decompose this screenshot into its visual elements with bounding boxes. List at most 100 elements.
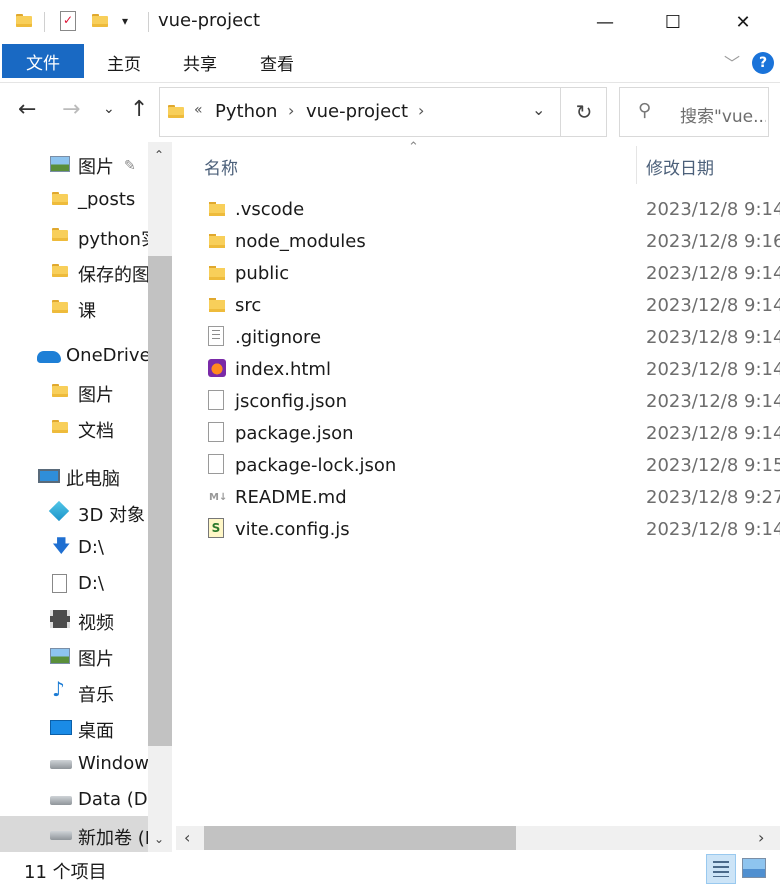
horizontal-scrollbar[interactable]: ‹ ›	[176, 826, 780, 850]
file-row[interactable]: src 2023/12/8 9:14	[176, 290, 780, 322]
sidebar-item-pictures-pc[interactable]: 图片	[0, 638, 148, 672]
javascript-file-icon: S	[208, 518, 224, 538]
scroll-up-icon[interactable]: ⌃	[154, 148, 164, 162]
divider	[148, 12, 149, 32]
file-name: .vscode	[235, 199, 305, 220]
help-button[interactable]: ?	[752, 52, 774, 74]
up-arrow-icon[interactable]: ↑	[130, 97, 148, 122]
scroll-right-icon[interactable]: ›	[758, 828, 764, 847]
pictures-icon	[50, 648, 70, 664]
sidebar-item-onedrive-pictures[interactable]: 图片	[0, 374, 148, 408]
sidebar-item-documents[interactable]: D:\	[0, 566, 148, 600]
column-date-header[interactable]: 修改日期	[646, 154, 714, 179]
3d-objects-icon	[48, 500, 70, 522]
address-bar[interactable]: « Python › vue-project › ⌄ ↻	[159, 87, 607, 137]
details-view-icon[interactable]	[706, 854, 736, 884]
recent-locations-icon[interactable]: ⌄	[103, 101, 115, 117]
tab-home[interactable]: 主页	[92, 44, 156, 80]
file-row[interactable]: public 2023/12/8 9:14	[176, 258, 780, 290]
sidebar-item-label: 图片	[78, 385, 114, 406]
sidebar-item-videos[interactable]: 视频	[0, 602, 148, 636]
sidebar-item-course[interactable]: 课	[0, 290, 148, 324]
sidebar-item-music[interactable]: ♪ 音乐	[0, 674, 148, 708]
sidebar-item-data-drive[interactable]: Data (D:	[0, 782, 148, 816]
minimize-button[interactable]: —	[570, 0, 640, 44]
file-date: 2023/12/8 9:14	[646, 391, 780, 412]
drive-icon	[50, 831, 72, 840]
chevron-right-icon[interactable]: ›	[288, 101, 294, 120]
file-name: .gitignore	[235, 327, 322, 348]
file-date: 2023/12/8 9:14	[646, 295, 780, 316]
file-row[interactable]: package.json 2023/12/8 9:14	[176, 418, 780, 450]
scrollbar-thumb[interactable]	[204, 826, 516, 850]
sidebar-item-onedrive[interactable]: OneDrive	[0, 338, 148, 372]
file-row[interactable]: node_modules 2023/12/8 9:16	[176, 226, 780, 258]
html-file-icon	[208, 359, 226, 377]
maximize-button[interactable]: ☐	[638, 0, 708, 44]
column-divider[interactable]	[636, 146, 637, 184]
customize-quick-access-icon[interactable]: ▾	[122, 14, 128, 28]
scrollbar-thumb[interactable]	[148, 256, 172, 746]
breadcrumb-overflow[interactable]: «	[194, 102, 203, 118]
folder-icon	[209, 234, 225, 248]
folder-icon	[168, 105, 184, 118]
sidebar-item-posts[interactable]: _posts	[0, 182, 148, 216]
file-date: 2023/12/8 9:16	[646, 231, 780, 252]
sidebar-item-label: 视频	[78, 613, 114, 634]
forward-arrow-icon[interactable]: →	[62, 97, 80, 122]
folder-icon	[52, 300, 68, 313]
back-arrow-icon[interactable]: ←	[18, 97, 36, 122]
ribbon-tabs: 文件 主页 共享 查看 ﹀ ?	[0, 44, 780, 83]
scroll-down-icon[interactable]: ⌄	[154, 832, 164, 846]
sidebar-item-label: 课	[78, 301, 96, 322]
sidebar-scrollbar[interactable]: ⌃ ⌄	[148, 142, 172, 852]
chevron-down-icon[interactable]: ⌄	[532, 100, 545, 119]
file-icon	[208, 390, 224, 410]
properties-icon[interactable]: ✓	[60, 11, 76, 31]
sidebar-item-label: 文档	[78, 421, 114, 442]
column-name-header[interactable]: 名称	[204, 154, 238, 179]
sort-ascending-icon: ⌃	[408, 140, 419, 155]
file-row[interactable]: S vite.config.js 2023/12/8 9:14	[176, 514, 780, 546]
sidebar-item-label: 此电脑	[66, 469, 120, 490]
large-icons-view-icon[interactable]	[742, 858, 766, 878]
breadcrumb-vue-project[interactable]: vue-project	[306, 101, 408, 122]
search-input[interactable]: 搜索"vue...	[680, 102, 766, 127]
folder-icon	[52, 384, 68, 397]
sidebar-item-this-pc[interactable]: 此电脑	[0, 458, 148, 492]
file-row[interactable]: M↓ README.md 2023/12/8 9:27	[176, 482, 780, 514]
file-row[interactable]: .gitignore 2023/12/8 9:14	[176, 322, 780, 354]
file-row[interactable]: package-lock.json 2023/12/8 9:15	[176, 450, 780, 482]
sidebar-item-saved-pictures[interactable]: 保存的图	[0, 254, 148, 288]
expand-ribbon-icon[interactable]: ﹀	[724, 50, 740, 74]
sidebar-item-onedrive-documents[interactable]: 文档	[0, 410, 148, 444]
sidebar-item-windows-drive[interactable]: Windows	[0, 746, 148, 780]
divider	[44, 12, 45, 32]
search-box[interactable]: ⚲ 搜索"vue...	[619, 87, 769, 137]
scroll-left-icon[interactable]: ‹	[184, 828, 190, 847]
file-name: index.html	[235, 359, 331, 380]
refresh-icon[interactable]: ↻	[560, 88, 607, 136]
tab-file[interactable]: 文件	[2, 44, 84, 78]
sidebar-item-python[interactable]: python实	[0, 218, 148, 252]
sidebar-item-downloads[interactable]: 🡇 D:\	[0, 530, 148, 564]
tab-view[interactable]: 查看	[245, 44, 309, 80]
file-row[interactable]: index.html 2023/12/8 9:14	[176, 354, 780, 386]
file-row[interactable]: .vscode 2023/12/8 9:14	[176, 194, 780, 226]
music-icon: ♪	[52, 677, 65, 701]
file-row[interactable]: jsconfig.json 2023/12/8 9:14	[176, 386, 780, 418]
breadcrumb-python[interactable]: Python	[215, 101, 277, 122]
close-button[interactable]: ✕	[708, 0, 778, 44]
tab-share[interactable]: 共享	[168, 44, 232, 80]
sidebar-item-3d-objects[interactable]: 3D 对象	[0, 494, 148, 528]
sidebar-item-pictures[interactable]: 图片 ✎	[0, 146, 148, 180]
file-date: 2023/12/8 9:14	[646, 519, 780, 540]
sidebar-item-label: 图片	[78, 649, 114, 670]
sidebar-item-new-volume[interactable]: 新加卷 (I	[0, 816, 148, 852]
chevron-right-icon[interactable]: ›	[418, 101, 424, 120]
folder-icon	[209, 202, 225, 216]
file-date: 2023/12/8 9:14	[646, 199, 780, 220]
new-folder-icon[interactable]	[92, 14, 108, 27]
file-icon	[208, 422, 224, 442]
sidebar-item-desktop[interactable]: 桌面	[0, 710, 148, 744]
